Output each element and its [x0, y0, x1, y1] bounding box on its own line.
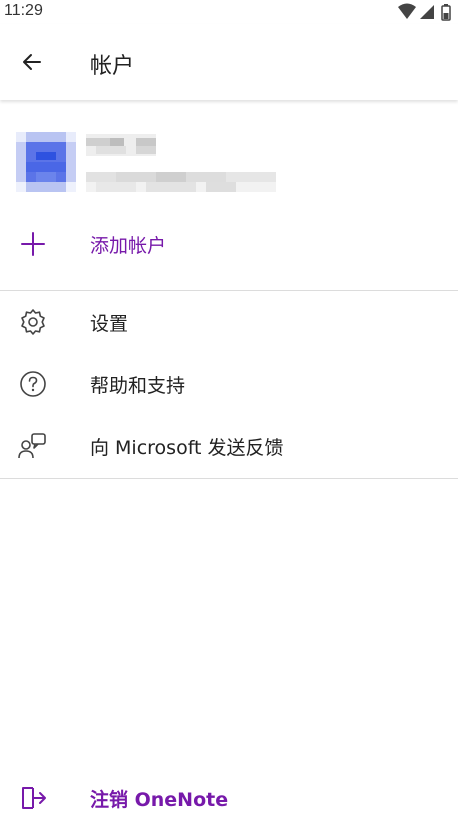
sign-out-button[interactable]: 注销 OneNote: [0, 768, 458, 828]
feedback-item[interactable]: 向 Microsoft 发送反馈: [0, 416, 458, 476]
help-label: 帮助和支持: [90, 374, 186, 397]
settings-label: 设置: [90, 312, 129, 335]
status-bar: 11:29: [0, 0, 458, 24]
avatar: [16, 132, 76, 192]
account-email-redacted: [86, 172, 276, 192]
plus-icon: [18, 229, 48, 259]
account-name-redacted: [86, 134, 156, 156]
sign-out-label: 注销 OneNote: [90, 788, 229, 811]
help-item[interactable]: 帮助和支持: [0, 354, 458, 414]
battery-icon: [441, 4, 451, 21]
divider: [0, 478, 458, 479]
help-circle-icon: [18, 369, 48, 399]
status-time: 11:29: [4, 2, 43, 19]
arrow-left-icon: [23, 54, 41, 70]
feedback-label: 向 Microsoft 发送反馈: [90, 436, 284, 459]
wifi-icon: [398, 3, 416, 19]
settings-item[interactable]: 设置: [0, 292, 458, 352]
feedback-person-icon: [18, 431, 48, 461]
account-item[interactable]: [0, 126, 458, 198]
gear-icon: [18, 307, 48, 337]
sign-out-icon: [18, 783, 48, 813]
app-bar: 帐户: [0, 24, 458, 100]
page-title: 帐户: [90, 54, 135, 79]
divider: [0, 290, 458, 291]
add-account-button[interactable]: 添加帐户: [0, 214, 458, 274]
signal-icon: [420, 5, 434, 19]
back-button[interactable]: [14, 44, 50, 80]
add-account-label: 添加帐户: [90, 234, 167, 257]
status-icons: [396, 3, 456, 21]
